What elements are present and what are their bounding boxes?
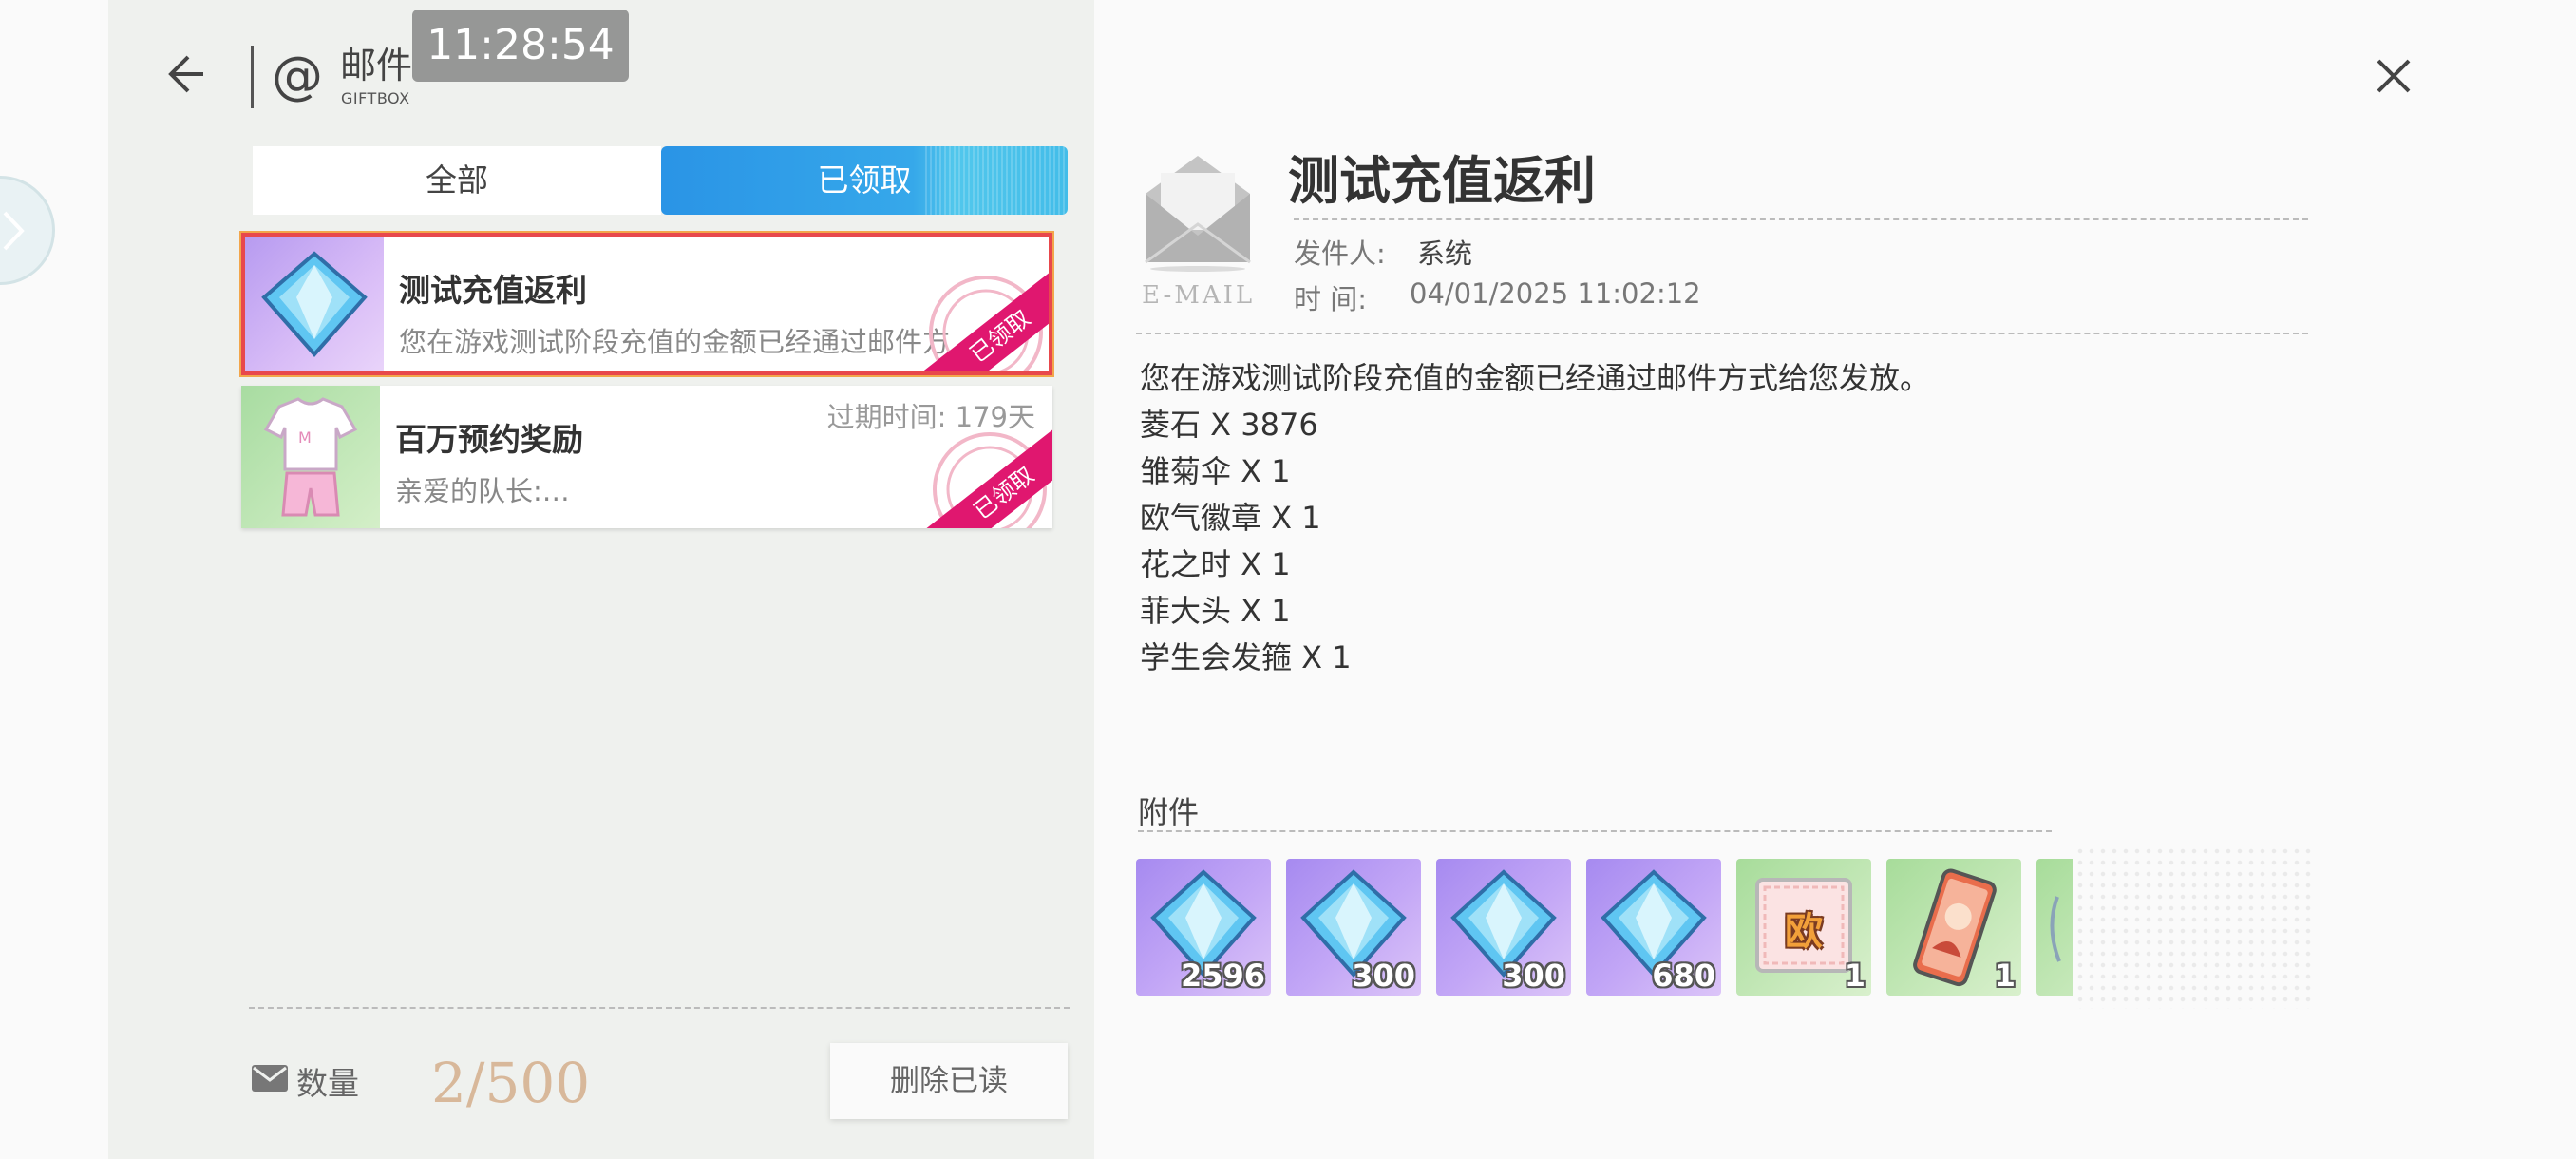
attachment-item[interactable]: 300 — [1436, 859, 1571, 996]
svg-text:M: M — [298, 428, 312, 446]
tab-all[interactable]: 全部 — [253, 146, 661, 215]
time-value: 04/01/2025 11:02:12 — [1410, 277, 1701, 310]
gem-icon — [261, 251, 368, 358]
attachment-quantity: 2596 — [1180, 958, 1265, 994]
mail-title: 测试充值返利 — [399, 272, 587, 309]
claimed-stamp: 已领取 — [876, 399, 1052, 528]
clock-overlay: 11:28:54 — [412, 10, 629, 82]
detail-divider — [1136, 332, 2308, 334]
mail-body-line: 雏菊伞 X 1 — [1140, 453, 1291, 489]
item-icon — [2050, 896, 2061, 962]
attachments-divider — [1138, 830, 2052, 832]
sender-value: 系统 — [1417, 238, 1473, 270]
sender-label: 发件人: — [1294, 238, 1386, 270]
attachment-item[interactable]: 680 — [1586, 859, 1721, 996]
attachment-quantity: 1 — [1994, 958, 2016, 994]
mail-body-line: 菲大头 X 1 — [1140, 593, 1291, 629]
page-title: 邮件 — [340, 45, 413, 86]
tab-all-label: 全部 — [426, 162, 488, 199]
mail-body-line: 花之时 X 1 — [1140, 546, 1291, 582]
tab-claimed[interactable]: 已领取 — [661, 146, 1068, 215]
mail-detail-title: 测试充值返利 — [1288, 150, 1596, 211]
attachment-quantity: 1 — [1844, 958, 1866, 994]
mail-body-line: 菱石 X 3876 — [1140, 407, 1318, 443]
mail-body: 您在游戏测试阶段充值的金额已经通过邮件方式给您发放。 菱石 X 3876 雏菊伞… — [1140, 355, 2299, 681]
open-envelope-icon — [1145, 156, 1251, 272]
mail-count-label: 数量 — [296, 1065, 359, 1102]
back-button[interactable] — [160, 46, 217, 103]
outfit-icon: M — [263, 397, 358, 517]
header-divider — [251, 46, 254, 108]
mail-thumbnail: M — [241, 386, 380, 528]
attachment-item[interactable] — [2036, 859, 2073, 996]
mail-title: 百万预约奖励 — [395, 421, 583, 458]
chevron-right-icon — [3, 211, 25, 251]
footer-divider — [249, 1007, 1070, 1009]
mail-list-item[interactable]: M 百万预约奖励 过期时间: 179天 亲爱的队长:… 已领取 — [241, 386, 1052, 528]
close-icon — [2377, 59, 2411, 93]
mail-body-line: 学生会发箍 X 1 — [1140, 639, 1352, 675]
mail-thumbnail — [245, 237, 384, 371]
delete-read-button[interactable]: 删除已读 — [830, 1043, 1068, 1119]
attachment-item[interactable]: 2596 — [1136, 859, 1271, 996]
claimed-stamp: 已领取 — [872, 242, 1049, 371]
attachments-label: 附件 — [1138, 794, 1200, 830]
left-strip — [0, 0, 108, 1159]
attachment-item[interactable]: 300 — [1286, 859, 1421, 996]
time-label: 时 间: — [1294, 283, 1367, 315]
close-button[interactable] — [2365, 48, 2422, 104]
tab-claimed-label: 已领取 — [817, 162, 912, 199]
lucky-badge-text: 欧 — [1785, 910, 1823, 954]
page-subtitle: GIFTBOX — [341, 89, 410, 107]
attachment-quantity: 680 — [1652, 958, 1715, 994]
attachment-item[interactable]: 欧 1 — [1736, 859, 1871, 996]
attachment-fade-overlay — [2074, 846, 2312, 1009]
mail-list-item-selected[interactable]: 测试充值返利 您在游戏测试阶段充值的金额已经通过邮件方… 已领取 — [241, 233, 1052, 375]
attachment-quantity: 300 — [1352, 958, 1415, 994]
attachment-strip[interactable]: 2596 300 300 680 欧 1 1 — [1136, 859, 2073, 996]
attachment-item[interactable]: 1 — [1886, 859, 2021, 996]
arrow-left-icon — [168, 55, 203, 93]
email-icon-label: E-MAIL — [1142, 281, 1256, 310]
mail-body-line: 欧气徽章 X 1 — [1140, 500, 1321, 536]
detail-divider — [1294, 218, 2308, 220]
mail-body-line: 您在游戏测试阶段充值的金额已经通过邮件方式给您发放。 — [1140, 360, 1931, 396]
tab-bar: 全部 已领取 — [253, 146, 1068, 215]
envelope-icon — [252, 1065, 288, 1092]
at-sign-icon: @ — [272, 46, 323, 105]
mail-count-value: 2/500 — [431, 1051, 591, 1115]
attachment-quantity: 300 — [1502, 958, 1565, 994]
